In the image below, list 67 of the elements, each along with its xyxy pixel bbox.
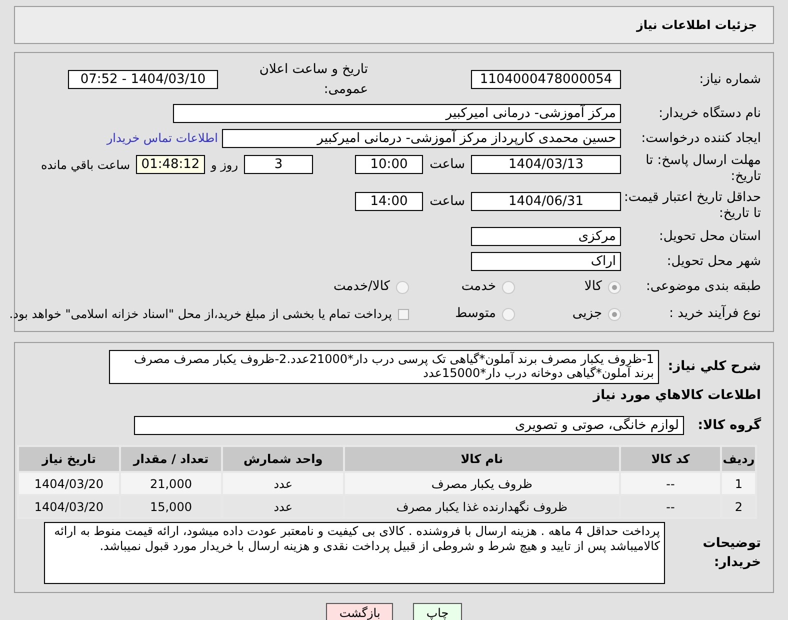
days-label: روز و [211,156,238,174]
radio-label: جزیی [572,305,602,324]
time-label: ساعت [429,156,465,174]
table-cell: ظروف نگهدارنده غذا یکبار مصرف [344,495,620,518]
column-header: تعداد / مقدار [120,446,222,472]
creator-field: حسین محمدی کارپرداز مرکز آموزشی- درمانی امیرکبیر [222,128,621,148]
table-cell: -- [620,495,722,518]
field-label: طبقه بندی موضوعی: [644,278,761,296]
column-header: ردیف [721,446,756,472]
field-label: ایجاد کننده درخواست: [640,130,761,148]
back-button[interactable]: بازگشت [326,603,394,620]
field-label: شهر محل تحویل: [666,252,761,270]
buyer-org-field: مرکز آموزشی- درمانی امیرکبیر [173,104,621,124]
table-cell: 1404/03/20 [18,495,120,518]
need-number-field: 1104000478000054 [471,70,621,89]
radio-label: خدمت [461,278,496,296]
validity-time-field: 14:00 [355,192,423,212]
field-label: گروه کالا: [696,416,762,434]
checkbox[interactable] [398,308,409,320]
table-cell: 21,000 [120,472,222,495]
field-label: حداقل تاریخ اعتبار قیمت: تا تاریخ: [622,190,761,222]
goods-group-field: لوازم خانگی، صوتی و تصویری [134,416,684,435]
column-header: تاریخ نیاز [18,446,120,472]
column-header: کد کالا [620,446,722,472]
buyer-notes-textarea[interactable]: پرداخت حداقل 4 ماهه . هزینه ارسال با فروشنده . کالای بی کیفیت و نامعتبر عودت داده میشود، ارائه قیمت منوط به ارائه کالامیباشد پس از تایید و هیچ شرط و شروطی از قبیل پرداخت نقدی و هزینه ارسال با خریدار مورد قبول نمیباشد. [44,522,665,584]
radio-button[interactable] [608,280,621,294]
announce-date-field: 1404/03/10 - 07:52 [68,70,218,89]
radio-label: متوسط [455,305,496,324]
deadline-time-field: 10:00 [355,155,423,174]
treasury-note: پرداخت تمام یا بخشی از مبلغ خرید،از محل "اسناد خزانه اسلامی" خواهد بود. [9,306,392,323]
remaining-label: ساعت باقي مانده [40,156,130,174]
field-label: نوع فرآیند خرید : [668,304,761,324]
radio-label: کالا/خدمت [333,278,390,296]
table-cell: عدد [222,495,344,518]
table-cell: 15,000 [120,495,222,518]
table-cell: 1 [721,472,756,495]
description-textarea[interactable]: 1-ظروف یکبار مصرف برند آملون*گیاهی تک پرسی درب دار*21000عدد.2-ظروف یکبار مصرف مصرف برند آملون*گیاهی دوخانه درب دار*15000عدد [109,350,659,384]
page-title: جزئیات اطلاعات نیاز [636,17,757,34]
days-field: 3 [244,155,313,174]
table-cell: ظروف یکبار مصرف [344,472,620,495]
radio-button[interactable] [502,280,515,294]
city-field: اراک [471,252,621,271]
table-cell: 1404/03/20 [18,472,120,495]
field-label: تاریخ و ساعت اعلان عمومی: [258,61,368,98]
buyer-contact-link[interactable]: اطلاعات تماس خریدار [106,129,218,148]
radio-button[interactable] [608,308,621,320]
radio-button[interactable] [396,280,409,294]
column-header: نام کالا [344,446,620,472]
radio-label: کالا [584,278,602,296]
field-label: استان محل تحویل: [658,228,761,246]
print-button[interactable]: چاپ [413,603,462,620]
table-cell: عدد [222,472,344,495]
field-label: شماره نیاز: [698,70,761,89]
validity-date-field: 1404/06/31 [471,192,621,212]
field-label: شرح کلي نیاز: [666,358,762,376]
remaining-time-field: 01:48:12 [136,155,205,174]
section-heading: اطلاعات کالاهاي مورد نیاز [592,387,762,405]
province-field: مرکزی [471,227,621,246]
table-cell: 2 [721,495,756,518]
field-label: توضیحات خریدار: [702,534,762,572]
column-header: واحد شمارش [222,446,344,472]
field-label: مهلت ارسال پاسخ: تا تاریخ: [644,153,761,185]
deadline-date-field: 1404/03/13 [471,155,621,174]
time-label: ساعت [429,193,465,211]
field-label: نام دستگاه خریدار: [658,104,761,123]
table-cell: -- [620,472,722,495]
radio-button[interactable] [502,308,515,320]
